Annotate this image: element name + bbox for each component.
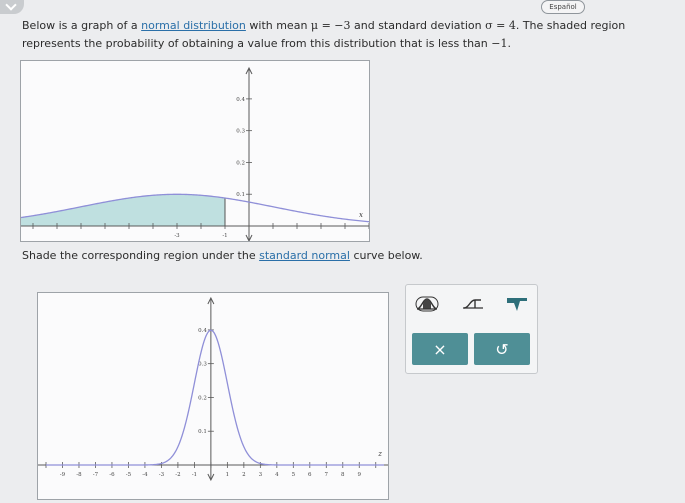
y-tick-label: 0.2 <box>236 160 245 166</box>
prompt-text-3: and standard deviation <box>350 19 486 32</box>
language-toggle-button[interactable]: Español <box>541 0 585 14</box>
standard-normal-chart[interactable]: 0.4 0.3 0.2 0.1 -9 -8 -7 -6 -5 -4 -3 -2 -1 1 2 3 4 5 6 7 8 9 z <box>38 293 388 499</box>
prompt-text-5: . <box>507 37 511 50</box>
x-tick-label: -5 <box>126 472 132 478</box>
x-tick-label: -9 <box>60 472 66 478</box>
x-tick-label: 1 <box>226 472 230 478</box>
x-tick-label: 7 <box>325 472 329 478</box>
normal-distribution-link[interactable]: normal distribution <box>141 19 246 32</box>
standard-normal-graph[interactable]: 0.4 0.3 0.2 0.1 -9 -8 -7 -6 -5 -4 -3 -2 -1 1 2 3 4 5 6 7 8 9 z <box>37 292 389 500</box>
y-tick-label: 0.3 <box>198 362 207 368</box>
undo-button[interactable]: ↺ <box>474 333 530 365</box>
x-tick-label: 4 <box>275 472 279 478</box>
shade-left-icon <box>463 299 483 309</box>
x-tick-label: 9 <box>358 472 362 478</box>
shade-right-tool[interactable] <box>502 291 532 317</box>
x-tick-label: 2 <box>242 472 246 478</box>
prompt-text-1: Below is a graph of a <box>22 19 142 32</box>
standard-normal-link[interactable]: standard normal <box>259 249 350 262</box>
x-tick-label: 8 <box>341 472 345 478</box>
density-curve <box>46 329 384 466</box>
mean-expression: μ = −3 <box>310 19 351 32</box>
given-distribution-graph: 0.4 0.3 0.2 0.1 -3 -1 x <box>20 60 370 243</box>
x-tick-label: -1 <box>222 233 227 239</box>
y-tick-label: 0.2 <box>198 395 207 401</box>
y-tick-label: 0.1 <box>236 192 245 198</box>
graphing-toolbox: × ↺ <box>405 284 538 374</box>
x-axis-label: x <box>359 211 363 219</box>
x-tick-label: -3 <box>174 233 180 239</box>
problem-prompt: Below is a graph of a normal distributio… <box>22 17 682 53</box>
sd-expression: σ = 4 <box>485 19 516 32</box>
clear-button[interactable]: × <box>412 333 468 365</box>
given-distribution-chart: 0.4 0.3 0.2 0.1 -3 -1 x <box>20 66 370 243</box>
collapse-chevron-icon[interactable] <box>0 0 24 14</box>
shade-right-icon <box>507 298 527 311</box>
x-tick-label: -7 <box>93 472 99 478</box>
shade-text-2: curve below. <box>349 249 423 262</box>
y-tick-label: 0.4 <box>236 97 245 103</box>
shade-text-1: Shade the corresponding region under the <box>22 249 260 262</box>
y-tick-label: 0.3 <box>236 129 245 135</box>
shade-between-tool[interactable] <box>412 291 442 317</box>
x-tick-label: -3 <box>159 472 165 478</box>
x-tick-label: -4 <box>142 472 148 478</box>
x-axis-label: z <box>377 450 382 458</box>
x-tick-label: 5 <box>292 472 296 478</box>
x-tick-label: -2 <box>175 472 180 478</box>
shade-between-icon <box>415 296 439 312</box>
y-tick-label: 0.4 <box>198 328 207 334</box>
x-tick-label: -6 <box>109 472 115 478</box>
shade-left-tool[interactable] <box>458 291 488 317</box>
x-tick-label: -8 <box>76 472 82 478</box>
x-tick-label: 6 <box>308 472 312 478</box>
bound-value: −1 <box>491 37 508 50</box>
shade-instruction: Shade the corresponding region under the… <box>22 248 423 264</box>
prompt-text-2: with mean <box>245 19 311 32</box>
y-tick-label: 0.1 <box>198 429 207 435</box>
x-tick-label: -1 <box>192 472 197 478</box>
x-tick-label: 3 <box>259 472 263 478</box>
